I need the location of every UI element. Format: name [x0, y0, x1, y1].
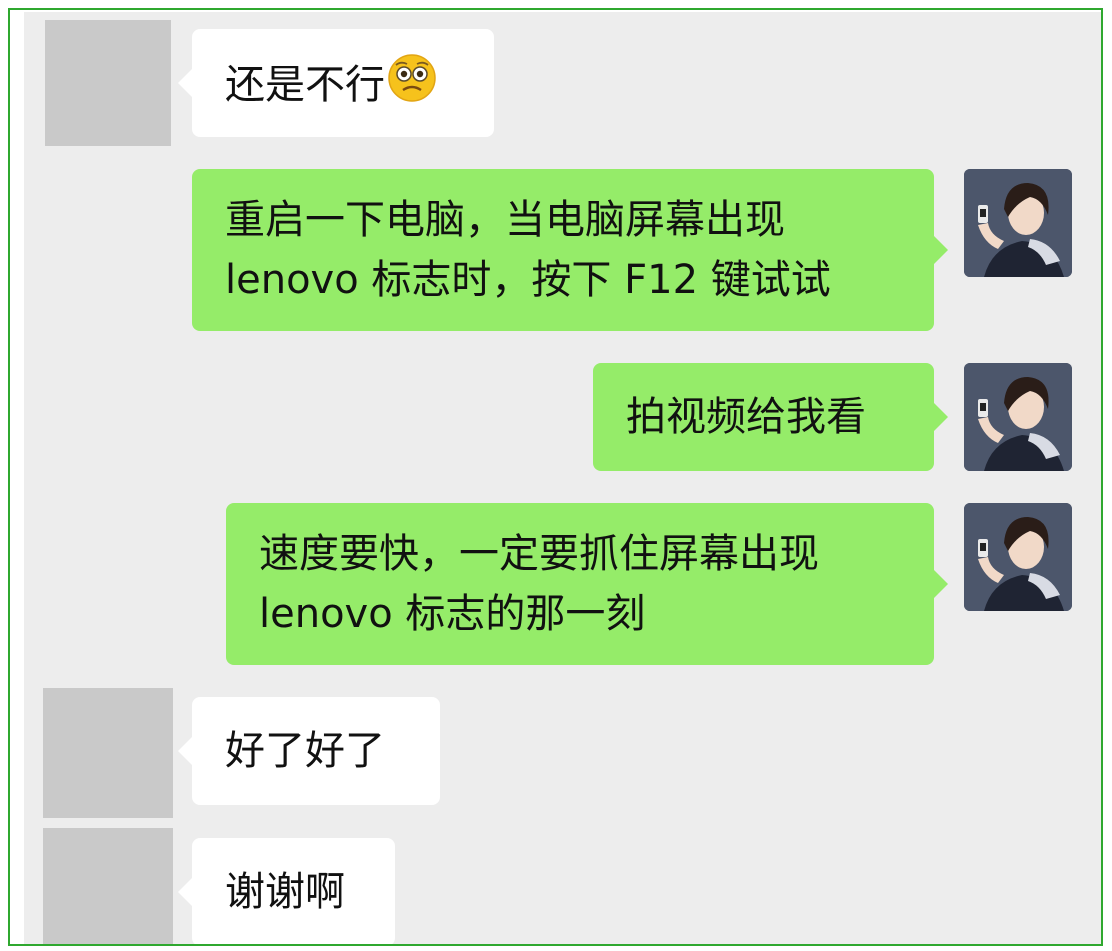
message-text-line-2: lenovo 标志时，按下 F12 键试试: [225, 257, 831, 303]
message-text-line-2: lenovo 标志的那一刻: [259, 591, 646, 637]
outgoing-message-bubble[interactable]: 速度要快，一定要抓住屏幕出现 lenovo 标志的那一刻: [226, 503, 948, 665]
message-text: 还是不行: [225, 61, 385, 108]
user-avatar[interactable]: [964, 503, 1072, 611]
anime-boy-avatar-icon: [964, 503, 1072, 611]
message-text: 拍视频给我看: [626, 394, 866, 440]
message-text-line-1: 重启一下电脑，当电脑屏幕出现: [225, 197, 785, 243]
incoming-message-bubble[interactable]: 还是不行: [178, 29, 494, 137]
woozy-face-emoji-icon: [387, 53, 437, 120]
user-avatar[interactable]: [964, 363, 1072, 471]
outgoing-message-bubble[interactable]: 重启一下电脑，当电脑屏幕出现 lenovo 标志时，按下 F12 键试试: [192, 169, 948, 331]
screenshot-frame: 还是不行 重启一下电脑，当电脑屏幕出现 lenovo 标志时，按下 F12 键试…: [8, 8, 1103, 946]
outgoing-message-bubble[interactable]: 拍视频给我看: [593, 363, 948, 471]
message-text: 谢谢啊: [225, 869, 345, 915]
anime-boy-avatar-icon: [964, 169, 1072, 277]
incoming-message-bubble[interactable]: 谢谢啊: [178, 838, 395, 944]
contact-avatar[interactable]: [45, 20, 171, 146]
incoming-message-bubble[interactable]: 好了好了: [178, 697, 440, 805]
anime-boy-avatar-icon: [964, 363, 1072, 471]
chat-message-list[interactable]: 还是不行 重启一下电脑，当电脑屏幕出现 lenovo 标志时，按下 F12 键试…: [24, 12, 1101, 944]
message-text-line-1: 速度要快，一定要抓住屏幕出现: [259, 531, 819, 577]
message-text: 好了好了: [225, 728, 385, 774]
user-avatar[interactable]: [964, 169, 1072, 277]
contact-avatar[interactable]: [43, 688, 173, 818]
contact-avatar[interactable]: [43, 828, 173, 944]
